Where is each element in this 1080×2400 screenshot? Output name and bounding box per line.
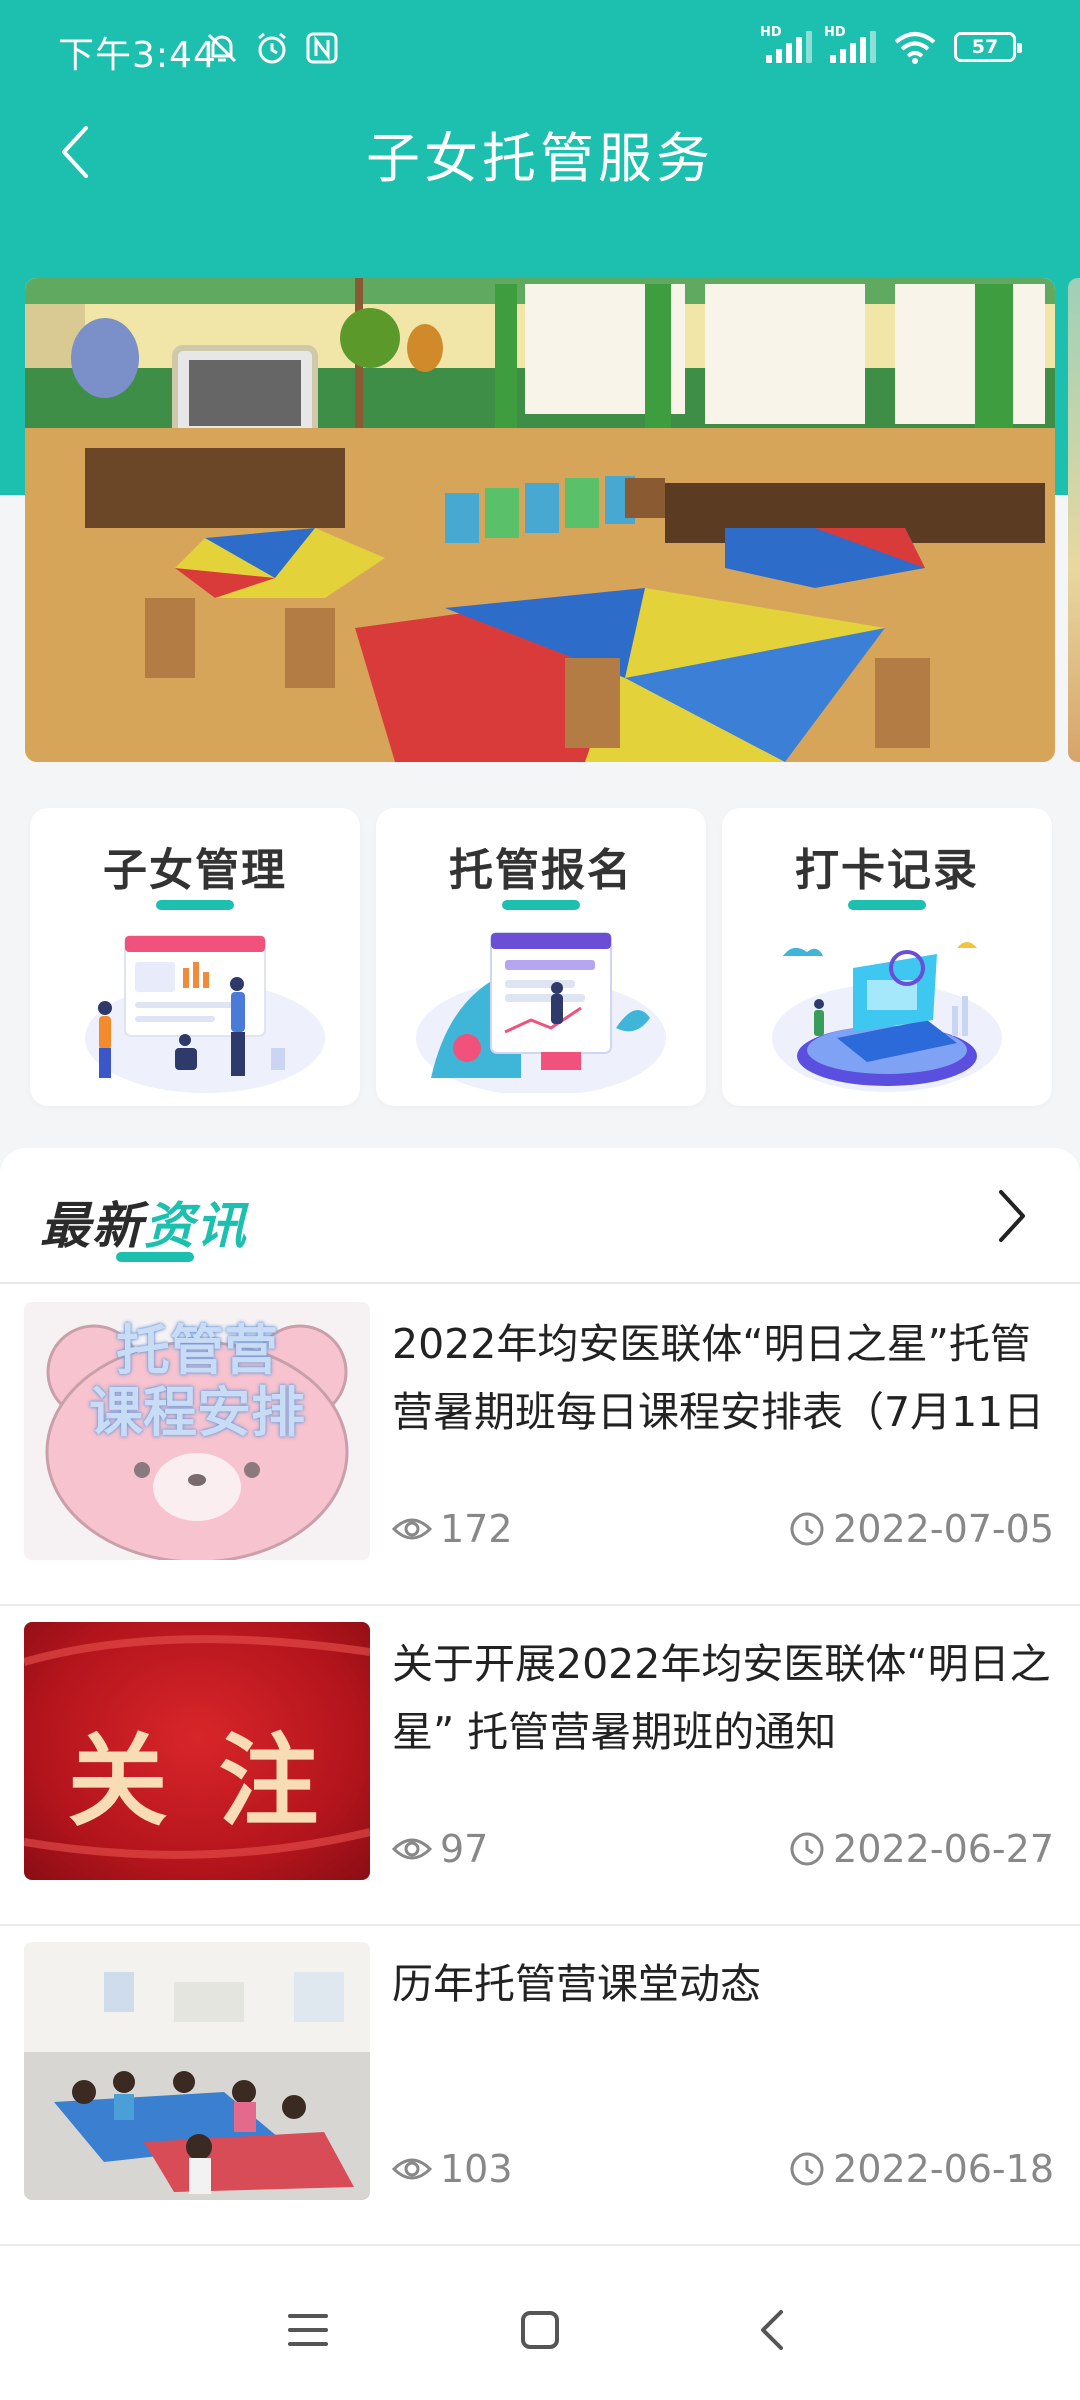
date-group: 2022-07-05	[789, 1507, 1054, 1551]
news-item[interactable]: 关 注 关于开展2022年均安医联体“明日之星” 托管营暑期班的通知 97 20…	[0, 1606, 1080, 1926]
news-section: 最新资讯 托管营 课程安排 2022年均安医联体“明日之星”托管营暑期班每日课程…	[0, 1148, 1080, 2250]
card-underline	[502, 900, 580, 910]
card-child-management[interactable]: 子女管理	[30, 808, 360, 1106]
signal-icon: HD	[760, 25, 812, 63]
classroom-image	[25, 278, 1055, 762]
views-count: 97	[440, 1827, 489, 1871]
chevron-left-icon	[761, 2310, 783, 2350]
mute-bell-icon	[207, 33, 237, 63]
thumbnail-text-line2: 课程安排	[89, 1381, 305, 1444]
status-bar: 下午3:44 HD HD 57	[0, 0, 1080, 100]
card-label: 打卡记录	[795, 845, 979, 896]
page-title: 子女托管服务	[366, 127, 714, 190]
card-underline	[156, 900, 234, 910]
news-more-button[interactable]	[980, 1184, 1044, 1248]
clock-icon	[790, 1832, 824, 1866]
views-count: 103	[440, 2147, 513, 2191]
news-item-meta: 103 2022-06-18	[392, 2144, 1054, 2194]
news-header: 最新资讯	[0, 1148, 1080, 1284]
nav-bar: 子女托管服务	[0, 100, 1080, 200]
square-icon	[521, 2311, 559, 2349]
status-right-icons: HD HD 57	[760, 25, 1022, 64]
wifi-icon	[894, 32, 936, 64]
card-underline	[848, 900, 926, 910]
eye-icon	[392, 1518, 432, 1540]
app-root: 下午3:44 HD HD 57 子女托管服务 子女管理 托管报名 打卡记录 最新…	[0, 0, 1080, 2400]
nfc-icon	[306, 32, 338, 64]
news-title-underline	[116, 1252, 194, 1262]
menu-icon	[288, 2314, 328, 2346]
recent-apps-button[interactable]	[268, 2290, 348, 2370]
battery-indicator: 57	[954, 32, 1022, 62]
signal-hd-label: HD	[760, 25, 782, 40]
news-section-title: 最新资讯	[40, 1186, 248, 1258]
banner-image[interactable]	[25, 278, 1055, 762]
news-thumbnail	[24, 1942, 370, 2200]
clock-icon	[790, 2152, 824, 2186]
card-enrollment[interactable]: 托管报名	[376, 808, 706, 1106]
signup-form-illustration	[416, 932, 666, 1093]
news-title-part2: 资讯	[144, 1197, 248, 1255]
views-count: 172	[440, 1507, 513, 1551]
views-group: 97	[392, 1827, 488, 1871]
news-item-title: 2022年均安医联体“明日之星”托管营暑期班每日课程安排表（7月11日	[392, 1320, 1045, 1436]
banner-next-slide-peek[interactable]	[1068, 278, 1080, 762]
chevron-right-icon	[999, 1190, 1025, 1242]
news-item-meta: 172 2022-07-05	[392, 1504, 1054, 1554]
system-navigation-bar	[0, 2250, 1080, 2400]
team-dashboard-illustration	[85, 935, 325, 1093]
card-label: 托管报名	[449, 845, 633, 896]
quick-actions: 子女管理 托管报名 打卡记录	[30, 808, 1052, 1106]
thumbnail-text: 关 注	[67, 1723, 327, 1840]
date-group: 2022-06-27	[789, 1827, 1054, 1871]
clock-icon	[790, 1512, 824, 1546]
news-item-title: 历年托管营课堂动态	[392, 1960, 761, 2008]
eye-icon	[392, 2158, 432, 2180]
date-group: 2022-06-18	[789, 2147, 1054, 2191]
publish-date: 2022-06-18	[833, 2147, 1054, 2191]
news-item-meta: 97 2022-06-27	[392, 1824, 1054, 1874]
card-label: 子女管理	[103, 845, 287, 896]
publish-date: 2022-06-27	[833, 1827, 1054, 1871]
home-button[interactable]	[500, 2290, 580, 2370]
publish-date: 2022-07-05	[833, 1507, 1054, 1551]
news-title-part1: 最新	[40, 1197, 144, 1255]
views-group: 172	[392, 1507, 513, 1551]
alarm-icon	[258, 32, 286, 64]
status-time: 下午3:44	[58, 35, 217, 76]
classroom-photo	[24, 1942, 370, 2200]
eye-icon	[392, 1838, 432, 1860]
card-checkin-records[interactable]: 打卡记录	[722, 808, 1052, 1106]
laptop-data-illustration	[772, 942, 1002, 1092]
news-item-title: 关于开展2022年均安医联体“明日之星” 托管营暑期班的通知	[392, 1640, 1051, 1756]
news-item[interactable]: 托管营 课程安排 2022年均安医联体“明日之星”托管营暑期班每日课程安排表（7…	[0, 1286, 1080, 1606]
news-thumbnail: 托管营 课程安排	[24, 1302, 370, 1560]
news-item[interactable]: 历年托管营课堂动态 103 2022-06-18	[0, 1926, 1080, 2246]
signal-icon: HD	[824, 25, 876, 63]
signal-hd-label: HD	[824, 25, 846, 40]
views-group: 103	[392, 2147, 513, 2191]
system-back-button[interactable]	[732, 2290, 812, 2370]
news-thumbnail: 关 注	[24, 1622, 370, 1880]
status-left-icons	[204, 30, 340, 66]
